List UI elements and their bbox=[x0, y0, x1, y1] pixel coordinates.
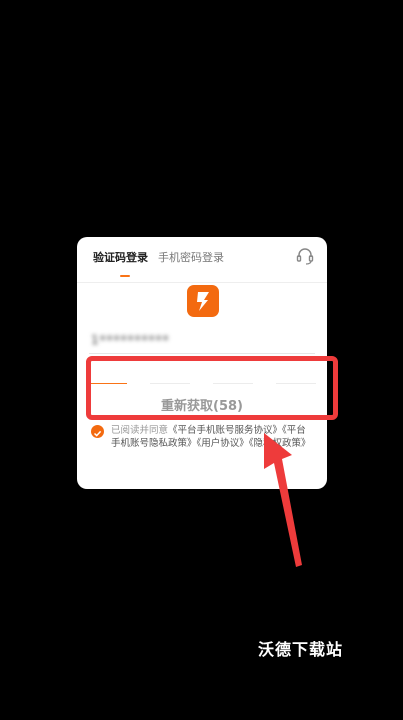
screen: 验证码登录 手机密码登录 1********** 重新获取(58) 已阅读并同意… bbox=[0, 0, 403, 720]
headset-icon[interactable] bbox=[295, 246, 315, 266]
watermark-text: 沃德下载站 bbox=[258, 640, 344, 659]
annotation-arrow-icon bbox=[264, 433, 302, 567]
phone-value: 1********** bbox=[91, 333, 170, 347]
agreement-checkbox[interactable] bbox=[91, 425, 104, 438]
check-icon bbox=[93, 430, 102, 437]
phone-field[interactable]: 1********** bbox=[89, 325, 315, 354]
tab-password-login[interactable]: 手机密码登录 bbox=[158, 249, 224, 277]
login-tabs: 验证码登录 手机密码登录 bbox=[93, 249, 224, 277]
lightning-logo-icon bbox=[187, 285, 219, 317]
annotation-highlight-box bbox=[86, 356, 338, 420]
tab-sms-code-login[interactable]: 验证码登录 bbox=[93, 249, 148, 277]
tabs-divider bbox=[77, 282, 327, 283]
agreement-prefix: 已阅读并同意 bbox=[111, 425, 169, 436]
